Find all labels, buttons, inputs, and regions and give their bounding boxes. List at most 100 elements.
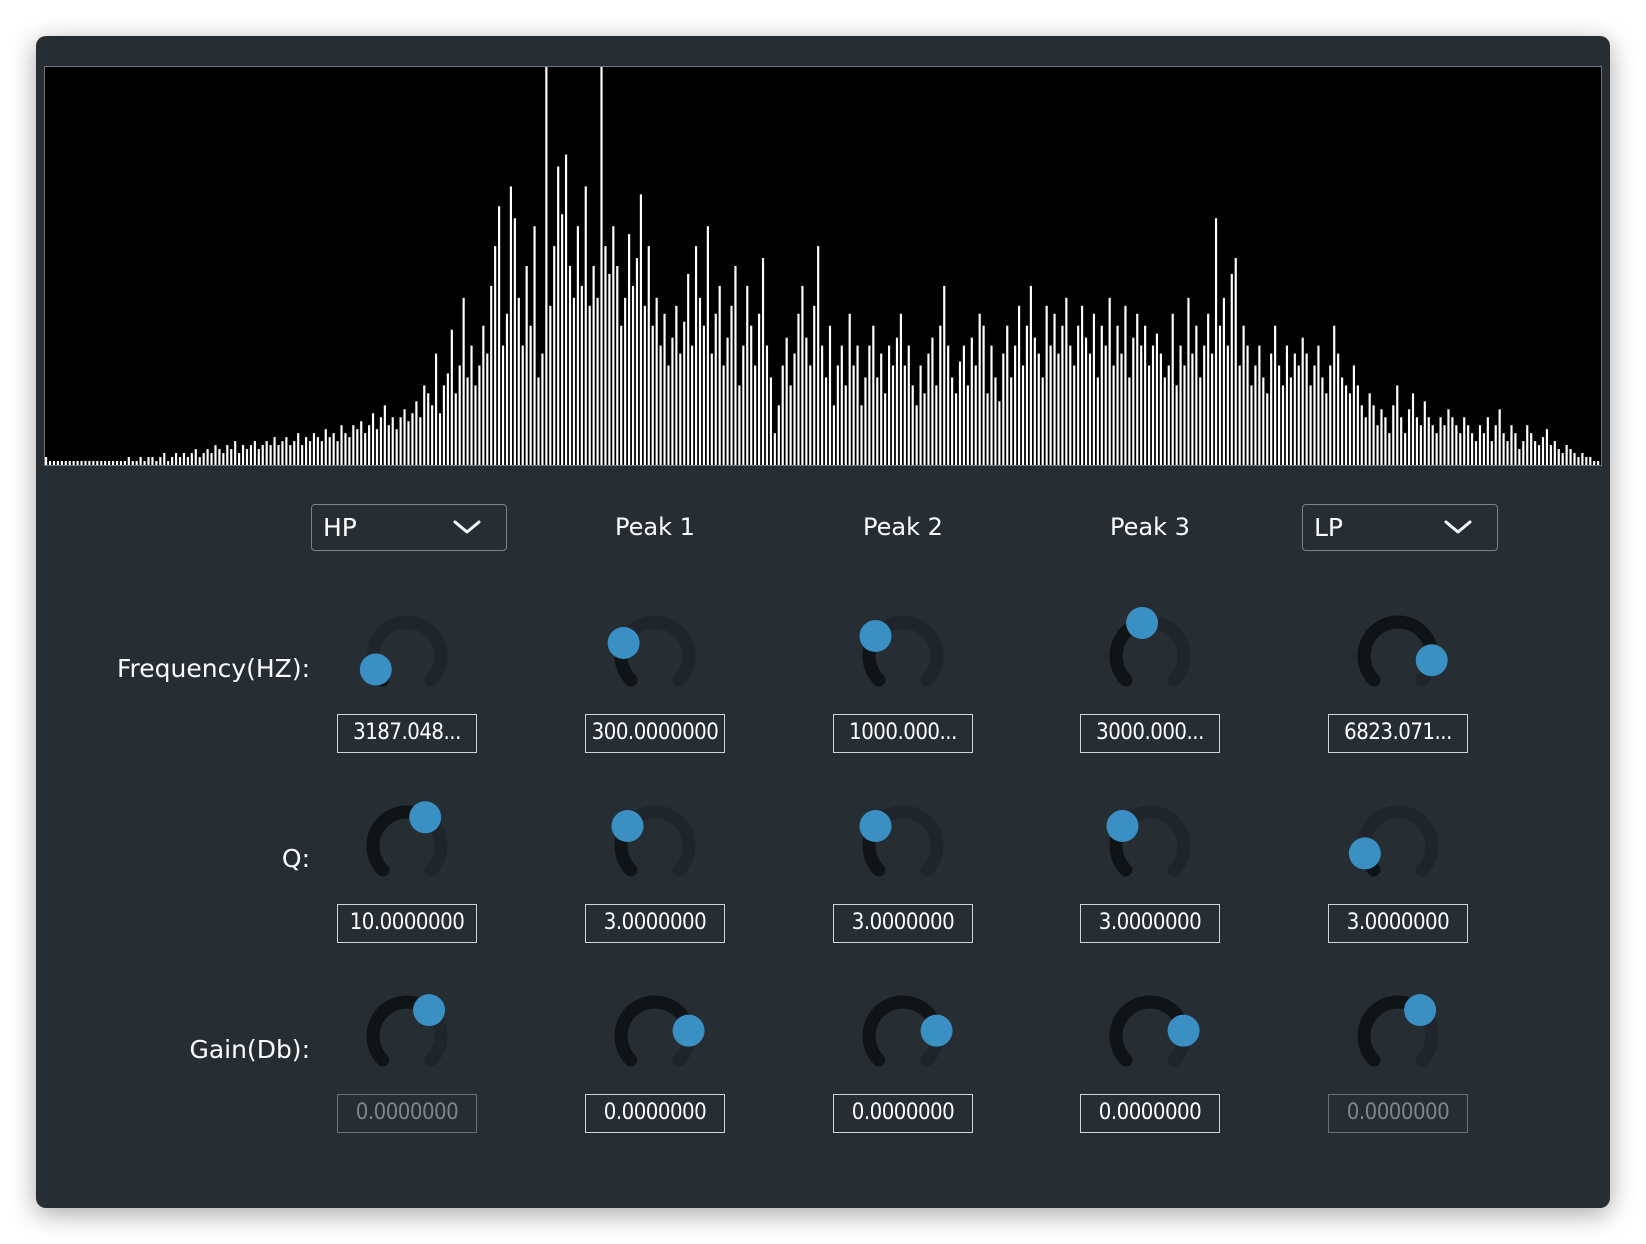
spectrum-bar bbox=[1388, 433, 1391, 465]
spectrum-bar bbox=[1175, 385, 1178, 465]
spectrum-bar bbox=[442, 385, 446, 465]
value-field-freq-3[interactable]: 1000.000... bbox=[833, 714, 973, 753]
knob-thumb[interactable] bbox=[1106, 810, 1139, 843]
knob-gain-5[interactable] bbox=[1348, 986, 1448, 1086]
spectrum-bar bbox=[1510, 425, 1513, 465]
knob-thumb[interactable] bbox=[672, 1014, 705, 1047]
spectrum-bar bbox=[1183, 365, 1186, 465]
spectrum-bar bbox=[1400, 417, 1403, 465]
spectrum-bar bbox=[616, 266, 619, 465]
knob-freq-3[interactable] bbox=[853, 606, 953, 706]
knob-freq-4[interactable] bbox=[1100, 606, 1200, 706]
knob-q-4[interactable] bbox=[1100, 796, 1200, 896]
knob-thumb[interactable] bbox=[607, 626, 640, 659]
spectrum-bar bbox=[584, 186, 587, 465]
spectrum-bar bbox=[1553, 441, 1556, 465]
spectrum-bar bbox=[958, 361, 962, 465]
spectrum-bar bbox=[600, 67, 603, 465]
value-field-gain-3[interactable]: 0.0000000 bbox=[833, 1094, 973, 1133]
knob-thumb[interactable] bbox=[611, 810, 644, 843]
spectrum-bar bbox=[1301, 337, 1304, 465]
spectrum-bar bbox=[1155, 333, 1159, 465]
spectrum-bar bbox=[76, 461, 79, 465]
spectrum-bar bbox=[368, 425, 371, 465]
value-field-q-4[interactable]: 3.0000000 bbox=[1080, 904, 1220, 943]
knob-thumb[interactable] bbox=[1126, 606, 1159, 639]
value-field-freq-2[interactable]: 300.0000000 bbox=[585, 714, 725, 753]
knob-gain-3[interactable] bbox=[853, 986, 953, 1086]
spectrum-bar bbox=[100, 461, 103, 465]
spectrum-bar bbox=[1234, 258, 1237, 465]
knob-thumb[interactable] bbox=[409, 801, 442, 834]
chevron-down-icon bbox=[1444, 520, 1472, 534]
spectrum-bar bbox=[793, 353, 796, 465]
knob-gain-2[interactable] bbox=[605, 986, 705, 1086]
filter-type-dropdown-lp[interactable]: LP bbox=[1302, 504, 1498, 551]
spectrum-bar bbox=[1329, 365, 1332, 465]
knob-thumb[interactable] bbox=[1415, 644, 1448, 677]
spectrum-bar bbox=[939, 325, 942, 465]
value-field-freq-4[interactable]: 3000.000... bbox=[1080, 714, 1220, 753]
spectrum-bar bbox=[1057, 353, 1060, 465]
knob-thumb[interactable] bbox=[1348, 837, 1381, 870]
spectrum-bar bbox=[722, 365, 725, 465]
spectrum-bar bbox=[194, 449, 197, 465]
spectrum-bar bbox=[1537, 445, 1541, 465]
knob-freq-5[interactable] bbox=[1348, 606, 1448, 706]
knob-q-5[interactable] bbox=[1348, 796, 1448, 896]
value-field-gain-2[interactable]: 0.0000000 bbox=[585, 1094, 725, 1133]
spectrum-bar bbox=[785, 337, 788, 465]
spectrum-bar bbox=[104, 461, 107, 465]
value-field-gain-5[interactable]: 0.0000000 bbox=[1328, 1094, 1468, 1133]
knob-thumb[interactable] bbox=[920, 1014, 953, 1047]
spectrum-bar bbox=[352, 425, 355, 465]
spectrum-bar bbox=[809, 365, 812, 465]
value-field-freq-1[interactable]: 3187.048... bbox=[337, 714, 477, 753]
spectrum-bar bbox=[1478, 425, 1482, 465]
spectrum-bar bbox=[927, 353, 930, 465]
spectrum-bar bbox=[1317, 345, 1320, 465]
spectrum-bar bbox=[147, 457, 150, 465]
knob-thumb[interactable] bbox=[359, 653, 392, 686]
knob-gain-1[interactable] bbox=[357, 986, 457, 1086]
spectrum-bar bbox=[761, 258, 765, 465]
spectrum-bar bbox=[687, 273, 690, 465]
spectrum-bar bbox=[320, 441, 323, 465]
spectrum-bar bbox=[1002, 353, 1005, 465]
value-field-q-3[interactable]: 3.0000000 bbox=[833, 904, 973, 943]
knob-thumb[interactable] bbox=[413, 994, 446, 1027]
knob-thumb[interactable] bbox=[1167, 1014, 1200, 1047]
knob-freq-2[interactable] bbox=[605, 606, 705, 706]
value-field-gain-1[interactable]: 0.0000000 bbox=[337, 1094, 477, 1133]
spectrum-bar bbox=[1577, 457, 1580, 465]
knob-thumb[interactable] bbox=[859, 810, 892, 843]
spectrum-bar bbox=[659, 345, 662, 465]
value-field-q-2[interactable]: 3.0000000 bbox=[585, 904, 725, 943]
knob-thumb[interactable] bbox=[1404, 994, 1437, 1027]
value-field-freq-5[interactable]: 6823.071... bbox=[1328, 714, 1468, 753]
spectrum-bar bbox=[241, 445, 245, 465]
spectrum-bar bbox=[1344, 385, 1348, 465]
spectrum-bar bbox=[407, 421, 410, 465]
value-field-q-1[interactable]: 10.0000000 bbox=[337, 904, 477, 943]
spectrum-bar bbox=[813, 305, 816, 465]
spectrum-bar bbox=[513, 218, 516, 465]
value-field-q-5[interactable]: 3.0000000 bbox=[1328, 904, 1468, 943]
spectrum-bar bbox=[423, 385, 426, 465]
spectrum-bar bbox=[186, 457, 189, 465]
value-field-gain-4[interactable]: 0.0000000 bbox=[1080, 1094, 1220, 1133]
spectrum-bar bbox=[1136, 313, 1139, 465]
knob-gain-4[interactable] bbox=[1100, 986, 1200, 1086]
filter-type-dropdown-hp[interactable]: HP bbox=[311, 504, 507, 551]
spectrum-bar bbox=[805, 337, 808, 465]
spectrum-bar bbox=[742, 345, 745, 465]
knob-q-3[interactable] bbox=[853, 796, 953, 896]
knob-thumb[interactable] bbox=[859, 620, 892, 653]
knob-q-1[interactable] bbox=[357, 796, 457, 896]
spectrum-bar bbox=[628, 234, 631, 465]
spectrum-bar bbox=[143, 461, 146, 465]
knob-q-2[interactable] bbox=[605, 796, 705, 896]
spectrum-bar bbox=[651, 325, 654, 465]
spectrum-bar bbox=[667, 365, 670, 465]
knob-freq-1[interactable] bbox=[357, 606, 457, 706]
